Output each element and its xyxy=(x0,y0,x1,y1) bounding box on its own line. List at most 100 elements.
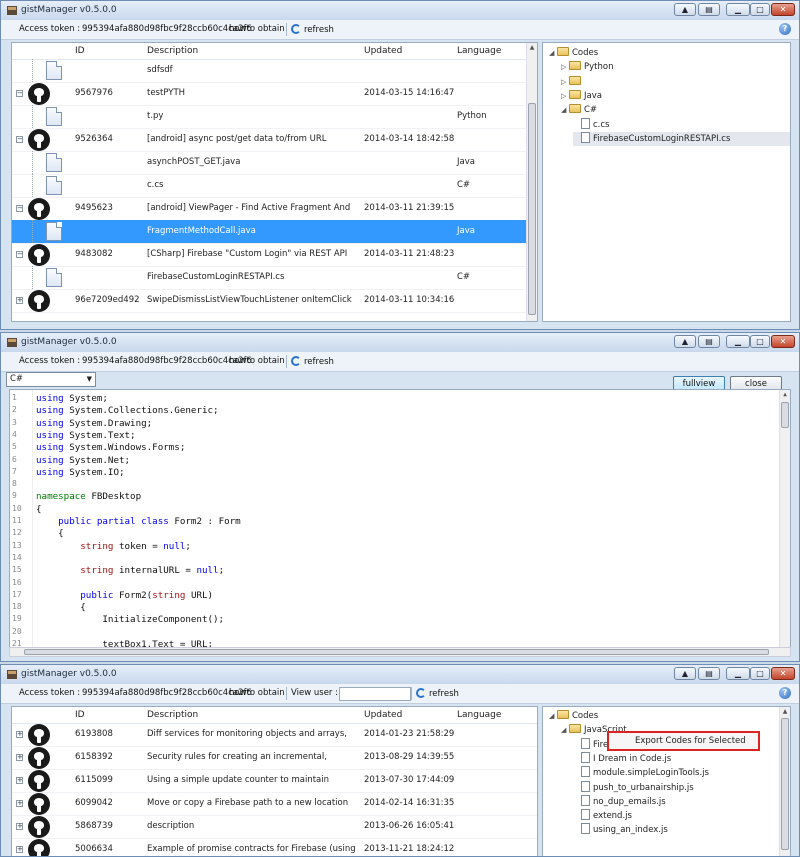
tree-file[interactable]: using_an_index.js xyxy=(573,823,668,837)
tree-folder[interactable]: ◢ Codes xyxy=(549,46,598,60)
table-row[interactable]: +6099042 Move or copy a Firebase path to … xyxy=(12,792,537,816)
scroll-up-arrow-icon[interactable]: ▲ xyxy=(780,707,790,717)
tree-file[interactable]: I Dream in Code.js xyxy=(573,751,671,766)
hscroll-thumb[interactable] xyxy=(24,649,769,655)
expand-toggle-icon[interactable]: + xyxy=(16,297,23,304)
view-user-field[interactable] xyxy=(339,687,411,701)
refresh-button[interactable]: refresh xyxy=(291,24,334,35)
help-icon[interactable]: ? xyxy=(779,687,791,699)
tree-folder[interactable]: ◢ C# xyxy=(561,103,597,117)
tree-scrollbar[interactable]: ▲ xyxy=(779,707,790,856)
refresh-button[interactable]: refresh xyxy=(416,688,459,699)
view-user-input[interactable] xyxy=(339,687,411,701)
scroll-up-button[interactable]: ▲ xyxy=(674,667,696,680)
table-row[interactable]: − 9567976 testPYTH 2014-03-15 14:16:47 xyxy=(12,82,537,106)
settings-button[interactable]: ▤ xyxy=(698,3,720,16)
maximize-button[interactable]: □ xyxy=(750,667,770,680)
expand-toggle-icon[interactable]: + xyxy=(16,754,23,761)
expand-toggle-icon[interactable]: − xyxy=(16,90,23,97)
table-row[interactable]: FragmentMethodCall.java Java xyxy=(12,220,537,244)
close-button[interactable]: ✕ xyxy=(771,667,795,680)
access-token-field[interactable]: 995394afa880d98fbc9f28ccb60c4ca2f6 xyxy=(82,688,252,698)
code-hscrollbar[interactable] xyxy=(9,647,791,657)
maximize-button[interactable]: □ xyxy=(750,335,770,348)
table-row[interactable]: +96e7209ed492 SwipeDismissListViewTouchLi… xyxy=(12,289,537,313)
scroll-up-button[interactable]: ▲ xyxy=(674,335,696,348)
scroll-thumb[interactable] xyxy=(781,402,789,428)
collapsed-arrow-icon[interactable]: ▷ xyxy=(561,60,569,74)
expand-toggle-icon[interactable]: + xyxy=(16,823,23,830)
tree-file[interactable]: extend.js xyxy=(573,809,632,823)
expand-toggle-icon[interactable]: + xyxy=(16,731,23,738)
table-row[interactable]: asynchPOST_GET.java Java xyxy=(12,151,537,175)
table-row[interactable]: − 9526364 [android] async post/get data to… xyxy=(12,128,537,152)
col-id[interactable]: ID xyxy=(75,710,85,720)
table-row[interactable]: +6193808 Diff services for monitoring obj… xyxy=(12,723,537,747)
refresh-button[interactable]: refresh xyxy=(291,356,334,367)
close-button[interactable]: ✕ xyxy=(771,3,795,16)
minimize-button[interactable]: ▁ xyxy=(726,335,750,348)
table-row[interactable]: +6158392 Security rules for creating an i… xyxy=(12,746,537,770)
expanded-arrow-icon[interactable]: ◢ xyxy=(561,723,569,737)
howto-obtain-link[interactable]: howto obtain xyxy=(229,356,285,366)
col-updated[interactable]: Updated xyxy=(364,710,402,720)
access-token-field[interactable]: 995394afa880d98fbc9f28ccb60c4ca2f6 xyxy=(82,356,252,366)
expand-toggle-icon[interactable]: + xyxy=(16,777,23,784)
expand-toggle-icon[interactable]: + xyxy=(16,846,23,853)
code-editor[interactable]: 1 using System; 2 using System.Collections.… xyxy=(9,389,791,649)
expand-toggle-icon[interactable]: − xyxy=(16,251,23,258)
maximize-button[interactable]: □ xyxy=(750,3,770,16)
expand-toggle-icon[interactable]: − xyxy=(16,205,23,212)
code-vscrollbar[interactable]: ▲ xyxy=(779,390,790,648)
expand-toggle-icon[interactable]: + xyxy=(16,800,23,807)
table-row[interactable]: c.cs C# xyxy=(12,174,537,198)
table-row[interactable]: − 9495623 [android] ViewPager - Find Activ… xyxy=(12,197,537,221)
table-row[interactable]: +6115099 Using a simple update counter to… xyxy=(12,769,537,793)
col-description[interactable]: Description xyxy=(147,46,198,56)
grid-scrollbar[interactable]: ▲ xyxy=(526,43,537,321)
table-row[interactable]: − 9483082 [CSharp] Firebase "Custom Login"… xyxy=(12,243,537,267)
table-row[interactable]: t.py Python xyxy=(12,105,537,129)
table-row[interactable]: +5868739 description 2013-06-26 16:05:41 xyxy=(12,815,537,839)
help-icon[interactable]: ? xyxy=(779,23,791,35)
tree-folder[interactable]: ▷ Python xyxy=(561,60,613,74)
settings-button[interactable]: ▤ xyxy=(698,335,720,348)
col-language[interactable]: Language xyxy=(457,46,501,56)
tree-folder[interactable]: ▷ xyxy=(561,75,584,89)
col-description[interactable]: Description xyxy=(147,710,198,720)
cell-id: 6193808 xyxy=(75,729,113,739)
scroll-thumb[interactable] xyxy=(781,718,789,850)
expanded-arrow-icon[interactable]: ◢ xyxy=(549,709,557,723)
tree-folder[interactable]: ▷ Java xyxy=(561,89,602,103)
collapsed-arrow-icon[interactable]: ▷ xyxy=(561,75,569,89)
minimize-button[interactable]: ▁ xyxy=(726,3,750,16)
scroll-up-arrow-icon[interactable]: ▲ xyxy=(780,390,790,400)
tree-folder[interactable]: ◢ Codes xyxy=(549,709,598,723)
tree-file[interactable]: no_dup_emails.js xyxy=(573,794,666,809)
expand-toggle-icon[interactable]: − xyxy=(16,136,23,143)
scroll-up-arrow-icon[interactable]: ▲ xyxy=(527,43,537,53)
close-button[interactable]: ✕ xyxy=(771,335,795,348)
minimize-button[interactable]: ▁ xyxy=(726,667,750,680)
collapsed-arrow-icon[interactable]: ▷ xyxy=(561,89,569,103)
table-row[interactable]: FirebaseCustomLoginRESTAPI.cs C# xyxy=(12,266,537,290)
expanded-arrow-icon[interactable]: ◢ xyxy=(561,103,569,117)
language-select[interactable]: C# ▼ xyxy=(6,372,96,387)
scroll-up-button[interactable]: ▲ xyxy=(674,3,696,16)
scroll-thumb[interactable] xyxy=(528,103,536,315)
tree-file[interactable]: module.simpleLoginTools.js xyxy=(573,766,709,780)
tree-file[interactable]: push_to_urbanairship.js xyxy=(573,780,694,795)
howto-obtain-link[interactable]: howto obtain xyxy=(229,688,285,698)
access-token-field[interactable]: 995394afa880d98fbc9f28ccb60c4ca2f6 xyxy=(82,24,252,34)
col-updated[interactable]: Updated xyxy=(364,46,402,56)
col-id[interactable]: ID xyxy=(75,46,85,56)
col-language[interactable]: Language xyxy=(457,710,501,720)
table-row[interactable]: sdfsdf xyxy=(12,59,537,83)
export-codes-menu-item[interactable]: Export Codes for Selected xyxy=(635,733,746,749)
tree-file[interactable]: FirebaseCustomLoginRESTAPI.cs xyxy=(573,131,790,146)
tree-file[interactable]: c.cs xyxy=(573,117,609,132)
table-row[interactable]: +5006634 Example of promise contracts for… xyxy=(12,838,537,856)
settings-button[interactable]: ▤ xyxy=(698,667,720,680)
howto-obtain-link[interactable]: howto obtain xyxy=(229,24,285,34)
expanded-arrow-icon[interactable]: ◢ xyxy=(549,46,557,60)
